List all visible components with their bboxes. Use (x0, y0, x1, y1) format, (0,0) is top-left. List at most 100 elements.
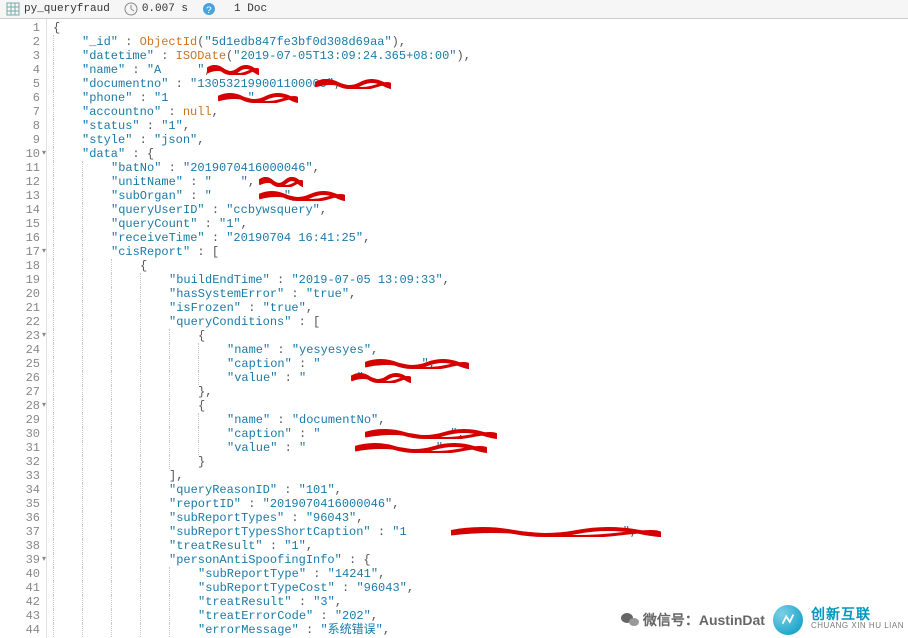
line-number: 37 (0, 525, 46, 539)
line-number: 43 (0, 609, 46, 623)
code-line: { (53, 329, 908, 343)
line-number: 21 (0, 301, 46, 315)
code-line: "value" : " " (53, 441, 908, 455)
line-number: 32 (0, 455, 46, 469)
doc-count-value: 1 Doc (234, 3, 267, 15)
watermark-overlay: 微信号：AustinDat 创新互联 CHUANG XIN HU LIAN (621, 605, 904, 635)
code-line: "subReportTypes" : "96043", (53, 511, 908, 525)
line-number: 41 (0, 581, 46, 595)
line-number: 26 (0, 371, 46, 385)
code-line: "caption" : " ", (53, 357, 908, 371)
line-number: 36 (0, 511, 46, 525)
line-number: 18 (0, 259, 46, 273)
redaction-mark (207, 65, 259, 75)
exec-time-value: 0.007 s (142, 3, 188, 15)
line-number: 29 (0, 413, 46, 427)
line-number: 40 (0, 567, 46, 581)
code-line: ], (53, 469, 908, 483)
code-line: "subReportType" : "14241", (53, 567, 908, 581)
line-number: 5 (0, 77, 46, 91)
line-number: 42 (0, 595, 46, 609)
line-number: 27 (0, 385, 46, 399)
line-number: 25 (0, 357, 46, 371)
line-number: 35 (0, 497, 46, 511)
doc-count: 1 Doc (234, 3, 267, 15)
clock-icon (124, 2, 138, 16)
help-icon: ? (202, 2, 216, 16)
code-line: { (53, 21, 908, 35)
line-number: 38 (0, 539, 46, 553)
svg-text:?: ? (206, 6, 212, 16)
code-line: "cisReport" : [ (53, 245, 908, 259)
line-number: 44 (0, 623, 46, 637)
line-number: 20 (0, 287, 46, 301)
code-line: "style" : "json", (53, 133, 908, 147)
line-number: 8 (0, 119, 46, 133)
code-line: "documentno" : "130532199001100000", (53, 77, 908, 91)
table-icon-label[interactable]: py_queryfraud (6, 2, 110, 16)
line-number: 31 (0, 441, 46, 455)
line-number: 13 (0, 189, 46, 203)
line-number: 1 (0, 21, 46, 35)
line-number: 19 (0, 273, 46, 287)
code-line: "name" : "documentNo", (53, 413, 908, 427)
wechat-icon (621, 613, 639, 627)
json-viewer[interactable]: {"_id" : ObjectId("5d1edb847fe3bf0d308d6… (47, 19, 908, 638)
line-number: 11 (0, 161, 46, 175)
line-number: 17 (0, 245, 46, 259)
line-number: 14 (0, 203, 46, 217)
code-line: "queryUserID" : "ccbywsquery", (53, 203, 908, 217)
code-line: "queryConditions" : [ (53, 315, 908, 329)
line-number: 30 (0, 427, 46, 441)
line-number: 23 (0, 329, 46, 343)
code-line: "name" : "A ", (53, 63, 908, 77)
code-line: "hasSystemError" : "true", (53, 287, 908, 301)
brand-logo-icon (773, 605, 803, 635)
brand-sub: CHUANG XIN HU LIAN (811, 620, 904, 632)
code-line: "caption" : " ", (53, 427, 908, 441)
code-line: "isFrozen" : "true", (53, 301, 908, 315)
code-line: "subReportTypesShortCaption" : "1 ", (53, 525, 908, 539)
code-line: "data" : { (53, 147, 908, 161)
line-number: 9 (0, 133, 46, 147)
line-number: 34 (0, 483, 46, 497)
code-line: "reportID" : "2019070416000046", (53, 497, 908, 511)
code-line: } (53, 455, 908, 469)
line-number: 12 (0, 175, 46, 189)
line-number: 24 (0, 343, 46, 357)
code-line: "value" : " " (53, 371, 908, 385)
exec-time: 0.007 s (124, 2, 188, 16)
query-name: py_queryfraud (24, 3, 110, 15)
code-line: "queryReasonID" : "101", (53, 483, 908, 497)
code-line: "name" : "yesyesyes", (53, 343, 908, 357)
code-line: "datetime" : ISODate("2019-07-05T13:09:2… (53, 49, 908, 63)
brand-name: 创新互联 (811, 608, 904, 620)
wechat-badge: 微信号：AustinDat (621, 610, 765, 630)
code-line: "accountno" : null, (53, 105, 908, 119)
wechat-label: 微信号：AustinDat (643, 610, 765, 630)
code-line: "personAntiSpoofingInfo" : { (53, 553, 908, 567)
code-line: { (53, 259, 908, 273)
code-line: "unitName" : " ", (53, 175, 908, 189)
line-number: 39 (0, 553, 46, 567)
line-number: 3 (0, 49, 46, 63)
code-line: "subReportTypeCost" : "96043", (53, 581, 908, 595)
code-line: "_id" : ObjectId("5d1edb847fe3bf0d308d69… (53, 35, 908, 49)
line-number: 28 (0, 399, 46, 413)
code-line: "buildEndTime" : "2019-07-05 13:09:33", (53, 273, 908, 287)
code-line: "batNo" : "2019070416000046", (53, 161, 908, 175)
line-number: 2 (0, 35, 46, 49)
line-number: 33 (0, 469, 46, 483)
code-line: "status" : "1", (53, 119, 908, 133)
code-line: "queryCount" : "1", (53, 217, 908, 231)
code-line: "receiveTime" : "20190704 16:41:25", (53, 231, 908, 245)
line-number: 6 (0, 91, 46, 105)
help-button[interactable]: ? (202, 2, 220, 16)
code-line: "subOrgan" : " ", (53, 189, 908, 203)
line-number-gutter[interactable]: 1234567891011121314151617181920212223242… (0, 19, 47, 638)
line-number: 10 (0, 147, 46, 161)
code-line: "treatResult" : "1", (53, 539, 908, 553)
code-line: "phone" : "1 ", (53, 91, 908, 105)
line-number: 16 (0, 231, 46, 245)
line-number: 22 (0, 315, 46, 329)
